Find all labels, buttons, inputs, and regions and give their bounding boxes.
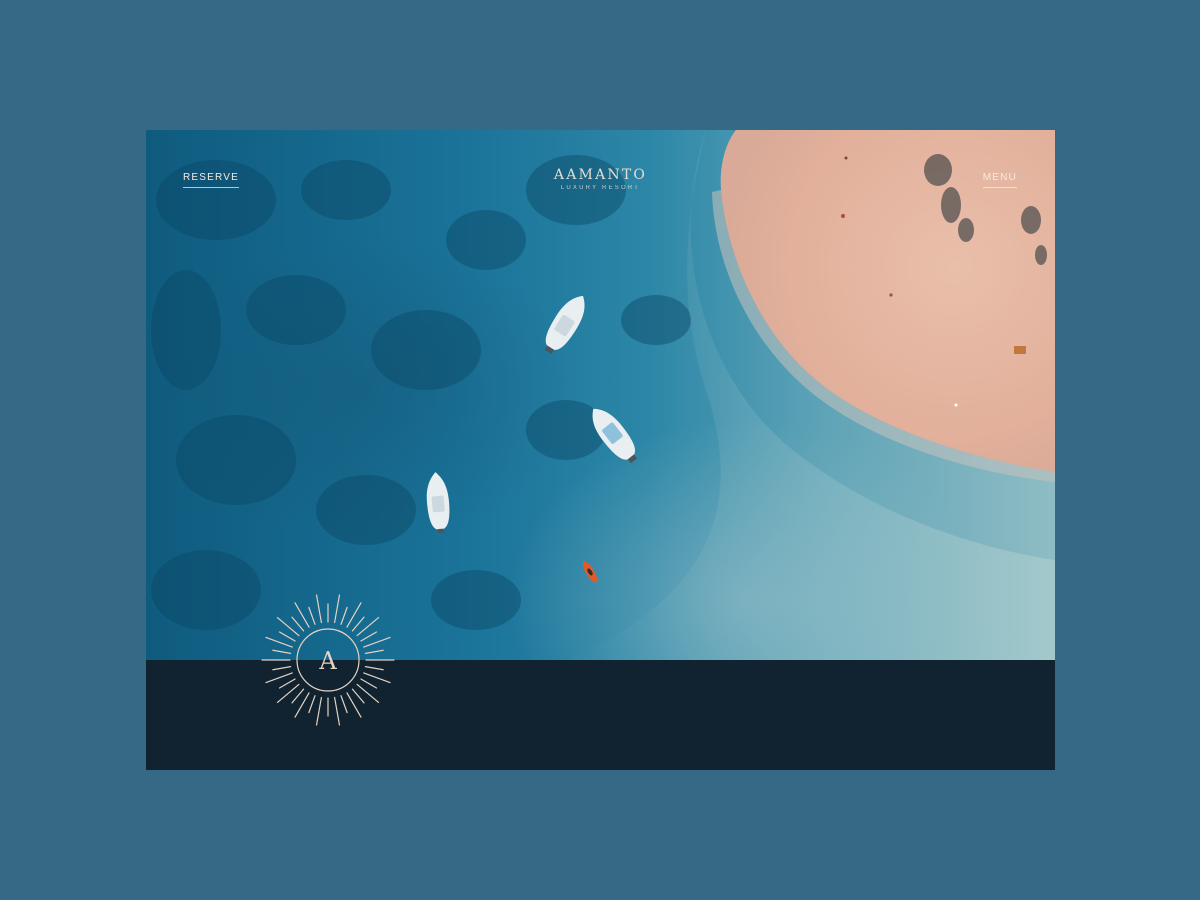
brand-logo[interactable]: AAMANTO LUXURY RESORT: [146, 167, 1055, 191]
sun-ray: [272, 649, 292, 655]
sun-ray: [333, 696, 341, 726]
sun-ray: [364, 649, 384, 655]
brand-name: AAMANTO: [553, 167, 648, 183]
sun-ray: [265, 672, 293, 684]
emblem-letter: A: [318, 647, 337, 675]
kayak: [582, 561, 598, 583]
hero-aerial-photo: RESERVE AAMANTO LUXURY RESORT MENU: [146, 130, 1055, 660]
sun-ray: [272, 665, 292, 671]
sun-ray: [363, 636, 391, 648]
sun-ray: [308, 695, 316, 714]
boat-3: [426, 472, 450, 534]
sun-ray: [363, 672, 391, 684]
sun-ray: [315, 696, 323, 726]
sun-ray: [278, 678, 296, 689]
sun-ray: [308, 606, 316, 625]
sun-ray: [360, 631, 378, 642]
sun-ray: [291, 616, 305, 632]
reef-patches: [151, 155, 691, 630]
menu-link[interactable]: MENU: [982, 172, 1017, 188]
sun-ray: [360, 678, 378, 689]
aerial-scene: [151, 130, 1055, 660]
sun-ray: [340, 695, 348, 714]
sun-ray: [315, 594, 323, 624]
boat-1: [544, 295, 585, 354]
site-frame: RESERVE AAMANTO LUXURY RESORT MENU A: [146, 130, 1055, 770]
sun-ray: [278, 631, 296, 642]
sun-ray: [364, 665, 384, 671]
sun-ray: [351, 616, 365, 632]
brand-tagline: LUXURY RESORT: [560, 185, 641, 191]
sun-ray: [333, 594, 341, 624]
sun-ray: [340, 606, 348, 625]
sun-ray: [291, 688, 305, 704]
sun-ray: [265, 636, 293, 648]
sun-ray: [351, 688, 365, 704]
sun-emblem-icon: A: [261, 594, 395, 726]
